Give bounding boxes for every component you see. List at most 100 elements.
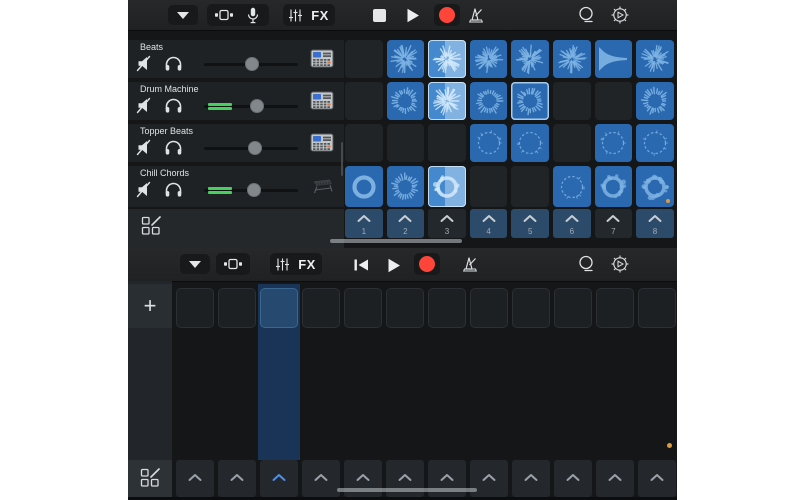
cell-edit-button[interactable] xyxy=(141,216,162,242)
column-trigger[interactable]: 7 xyxy=(594,209,633,238)
empty-loop-cell[interactable] xyxy=(260,288,298,328)
loop-cell[interactable] xyxy=(428,82,466,120)
loop-cell[interactable] xyxy=(636,166,674,207)
record-button[interactable] xyxy=(414,253,440,275)
loop-cell[interactable] xyxy=(469,40,508,78)
empty-loop-cell[interactable] xyxy=(428,288,466,328)
keyboard-icon[interactable] xyxy=(310,174,334,195)
column-trigger[interactable]: 5 xyxy=(511,209,549,238)
column-trigger[interactable] xyxy=(638,460,676,497)
loop-cell[interactable] xyxy=(469,82,508,120)
loop-cell[interactable] xyxy=(553,166,591,207)
empty-loop-cell[interactable] xyxy=(302,288,340,328)
empty-loop-cell[interactable] xyxy=(386,288,424,328)
grid-horizontal-scrollbar[interactable] xyxy=(330,239,462,243)
loop-cell[interactable] xyxy=(511,40,549,78)
solo-headphones-button[interactable] xyxy=(164,55,183,77)
slider-knob[interactable] xyxy=(245,57,259,71)
loop-cell[interactable] xyxy=(469,166,508,207)
column-trigger[interactable]: 8 xyxy=(636,209,674,238)
mute-button[interactable] xyxy=(136,181,156,203)
mute-button[interactable] xyxy=(136,55,156,77)
column-trigger[interactable] xyxy=(260,460,298,497)
volume-slider[interactable] xyxy=(204,139,298,157)
loop-cell[interactable] xyxy=(345,82,383,120)
mixer-button[interactable] xyxy=(284,4,306,26)
empty-loop-cell[interactable] xyxy=(512,288,550,328)
mute-button[interactable] xyxy=(136,139,156,161)
add-track-button[interactable]: + xyxy=(128,284,172,328)
empty-loop-cell[interactable] xyxy=(176,288,214,328)
stop-button[interactable] xyxy=(368,4,390,26)
loop-cell[interactable] xyxy=(469,124,508,162)
loop-cell[interactable] xyxy=(386,124,425,162)
loop-cell[interactable] xyxy=(594,82,633,120)
solo-headphones-button[interactable] xyxy=(164,97,183,119)
play-button[interactable] xyxy=(402,4,424,26)
fx-button[interactable]: FX xyxy=(307,4,333,26)
empty-loop-cell[interactable] xyxy=(554,288,592,328)
loop-cell[interactable] xyxy=(594,40,633,78)
column-trigger[interactable] xyxy=(176,460,214,497)
play-button[interactable] xyxy=(383,254,405,276)
cell-edit-button[interactable] xyxy=(128,460,172,497)
loop-cell[interactable] xyxy=(553,82,591,120)
loop-cell[interactable] xyxy=(345,40,383,78)
tracks-view-button[interactable] xyxy=(239,4,267,26)
loop-cell[interactable] xyxy=(636,40,674,78)
loop-cell[interactable] xyxy=(553,40,591,78)
loop-cell[interactable] xyxy=(636,124,674,162)
loop-cell[interactable] xyxy=(428,124,466,162)
live-loops-view-button[interactable] xyxy=(216,253,250,275)
column-trigger[interactable]: 3 xyxy=(428,209,466,238)
empty-loop-cell[interactable] xyxy=(218,288,256,328)
slider-knob[interactable] xyxy=(247,183,261,197)
column-trigger[interactable] xyxy=(512,460,550,497)
track-list-scrollbar[interactable] xyxy=(341,142,343,176)
column-trigger[interactable] xyxy=(554,460,592,497)
column-trigger[interactable] xyxy=(302,460,340,497)
loop-cell[interactable] xyxy=(594,166,633,207)
loop-cell[interactable] xyxy=(594,124,633,162)
loop-cell[interactable] xyxy=(511,124,549,162)
column-trigger[interactable]: 2 xyxy=(386,209,425,238)
loop-cell[interactable] xyxy=(428,166,466,207)
mixer-button[interactable] xyxy=(271,253,293,275)
metronome-button[interactable] xyxy=(464,4,488,26)
loop-cell[interactable] xyxy=(511,82,549,120)
rewind-button[interactable] xyxy=(350,254,372,276)
solo-headphones-button[interactable] xyxy=(164,139,183,161)
solo-headphones-button[interactable] xyxy=(164,181,183,203)
settings-button[interactable] xyxy=(608,253,632,275)
loop-cell[interactable] xyxy=(636,82,674,120)
loop-cell[interactable] xyxy=(553,124,591,162)
column-trigger[interactable]: 4 xyxy=(469,209,508,238)
empty-loop-cell[interactable] xyxy=(470,288,508,328)
column-trigger[interactable]: 6 xyxy=(553,209,591,238)
loop-cell[interactable] xyxy=(428,40,466,78)
loop-cell[interactable] xyxy=(386,40,425,78)
drum-machine-icon[interactable] xyxy=(310,90,334,111)
slider-knob[interactable] xyxy=(250,99,264,113)
loop-cell[interactable] xyxy=(386,166,425,207)
drum-machine-icon[interactable] xyxy=(310,48,334,69)
disclosure-button[interactable] xyxy=(180,254,210,274)
volume-slider[interactable] xyxy=(204,55,298,73)
loop-cell[interactable] xyxy=(345,166,383,207)
fx-button[interactable]: FX xyxy=(294,253,320,275)
live-loops-view-button[interactable] xyxy=(209,4,239,26)
column-trigger[interactable]: 1 xyxy=(345,209,383,238)
loop-browser-button[interactable] xyxy=(574,253,598,275)
loop-cell[interactable] xyxy=(345,124,383,162)
metronome-button[interactable] xyxy=(458,253,482,275)
column-trigger[interactable] xyxy=(218,460,256,497)
settings-button[interactable] xyxy=(608,4,632,26)
loop-browser-button[interactable] xyxy=(574,4,598,26)
slider-knob[interactable] xyxy=(248,141,262,155)
loop-cell[interactable] xyxy=(511,166,549,207)
loop-cell[interactable] xyxy=(386,82,425,120)
mute-button[interactable] xyxy=(136,97,156,119)
empty-loop-cell[interactable] xyxy=(638,288,676,328)
record-button[interactable] xyxy=(434,4,460,26)
grid-horizontal-scrollbar[interactable] xyxy=(337,488,477,492)
